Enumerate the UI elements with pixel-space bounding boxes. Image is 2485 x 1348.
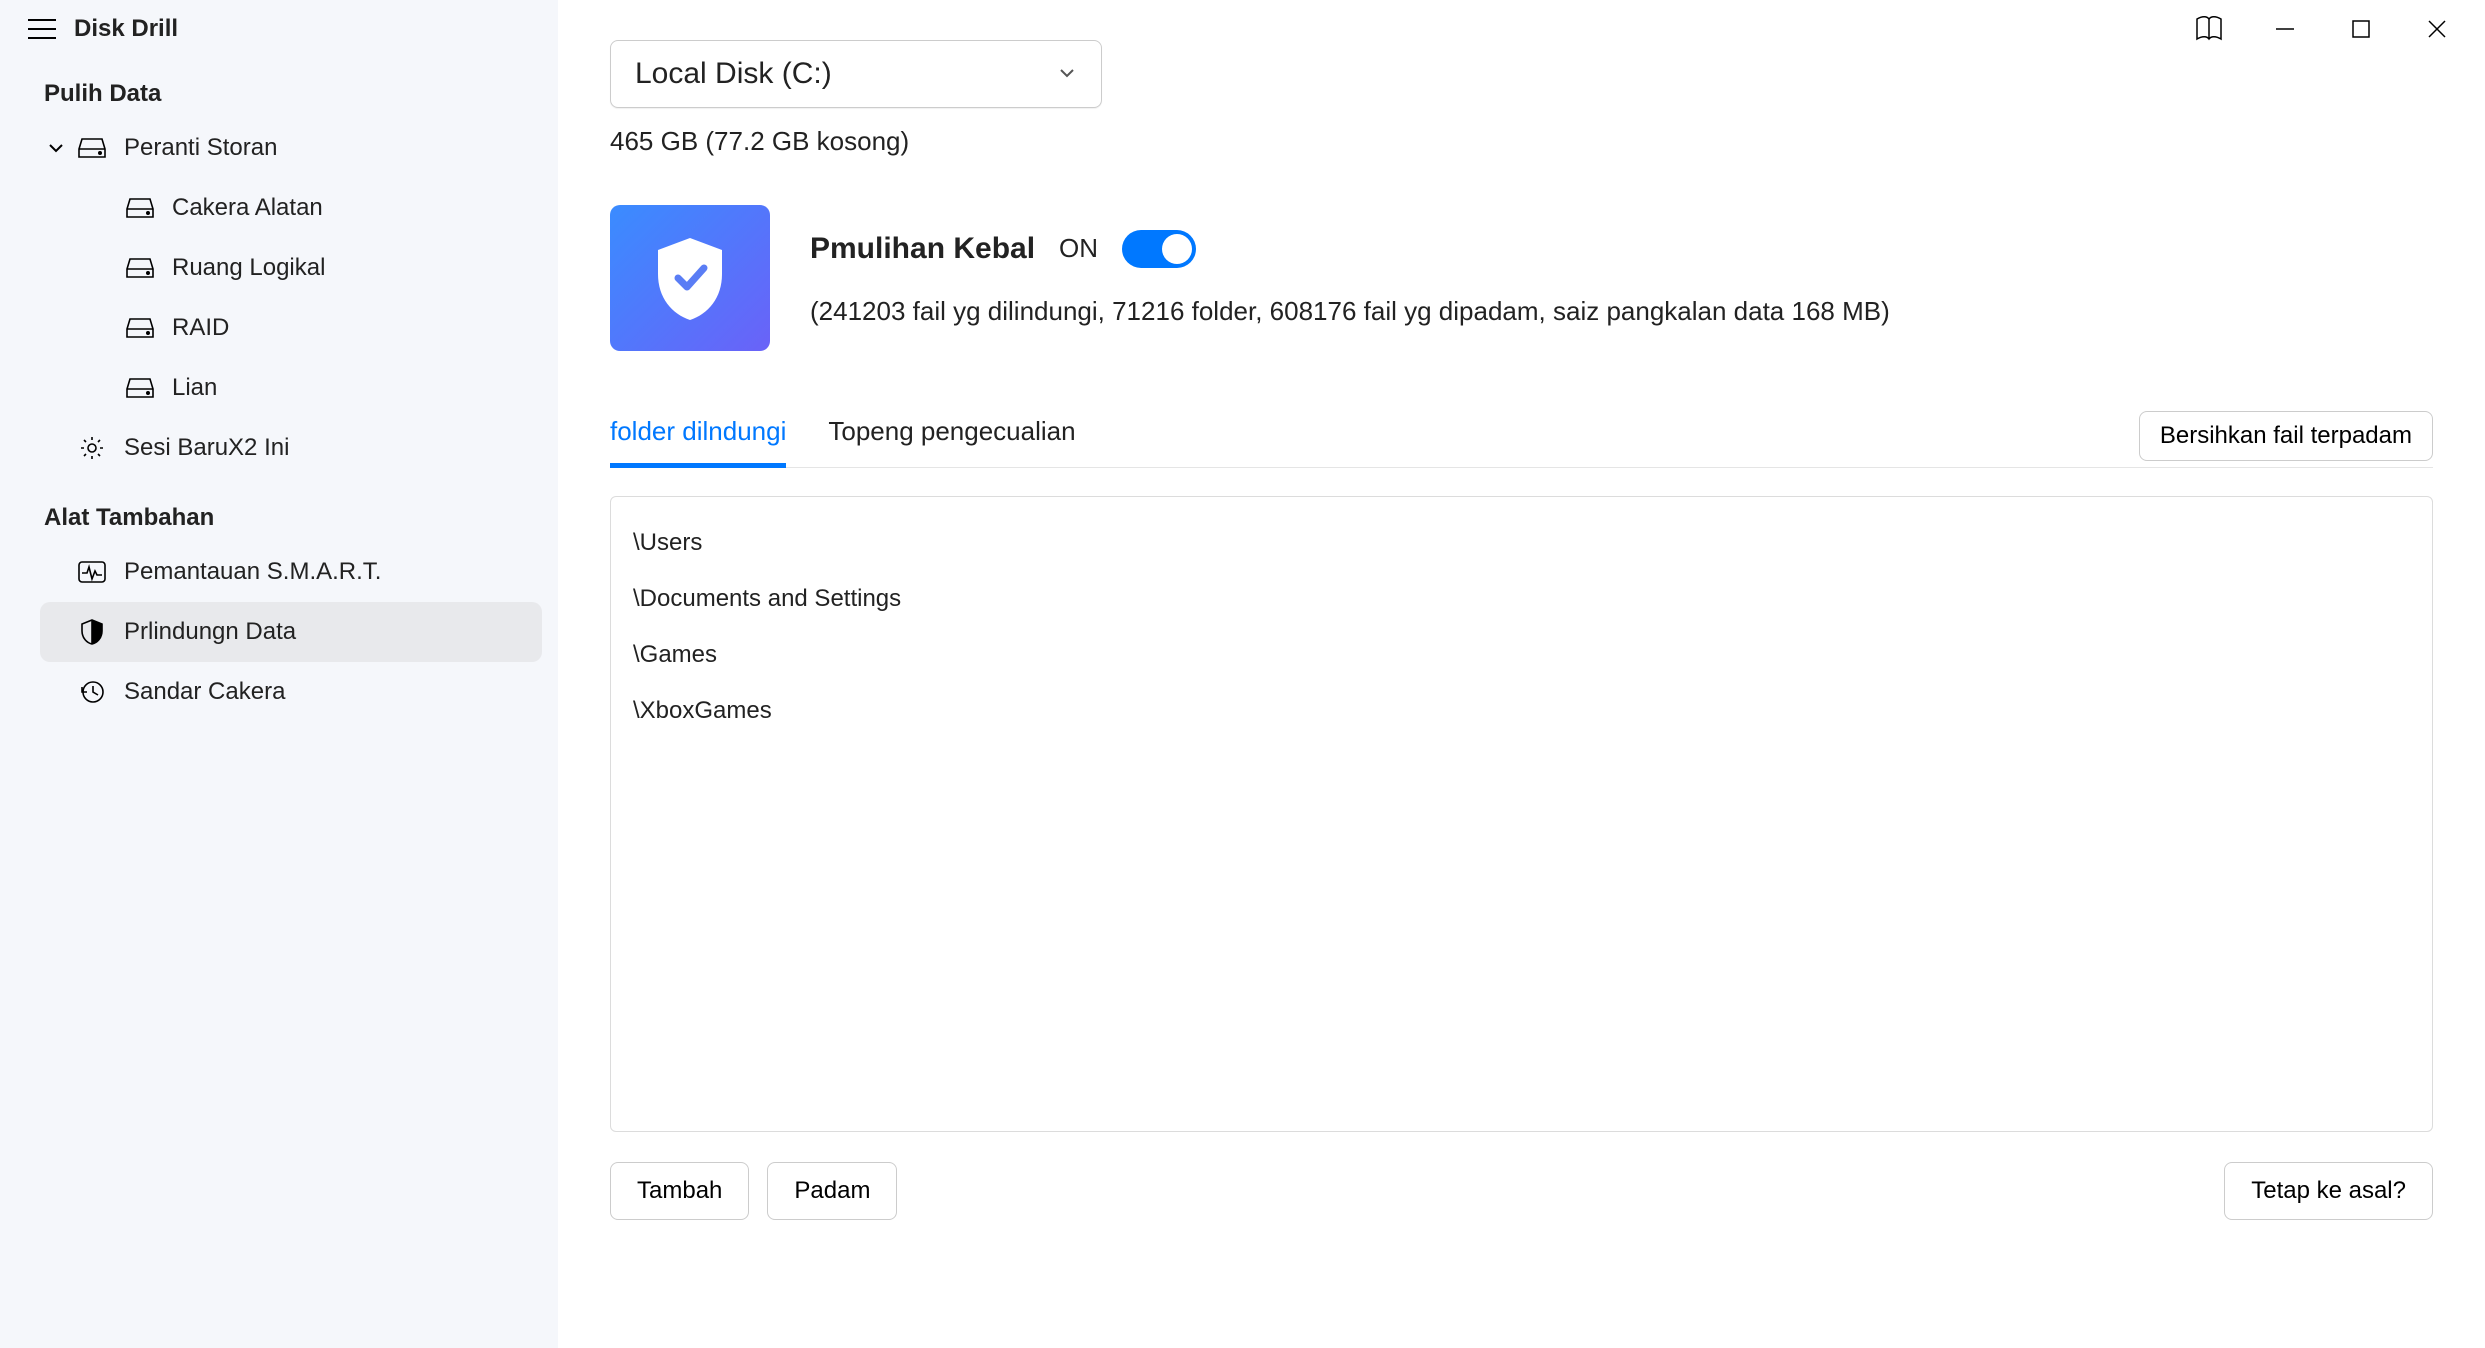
sidebar-item-label: Lian: [172, 374, 217, 402]
sidebar-item-label: Prlindungn Data: [124, 618, 296, 646]
disk-capacity: 465 GB (77.2 GB kosong): [610, 126, 2433, 157]
add-button[interactable]: Tambah: [610, 1162, 749, 1220]
chevron-down-icon: [40, 139, 72, 157]
minimize-button[interactable]: [2247, 5, 2323, 53]
titlebar-right: [2171, 5, 2475, 53]
delete-button[interactable]: Padam: [767, 1162, 897, 1220]
protection-row: Pmulihan Kebal ON (241203 fail yg dilind…: [610, 205, 2433, 351]
sidebar-item-label: Ruang Logikal: [172, 254, 325, 282]
sidebar-item-logical-volumes[interactable]: Ruang Logikal: [40, 238, 542, 298]
folder-item[interactable]: \Users: [619, 515, 2424, 571]
sidebar-item-recent-sessions[interactable]: Sesi BaruX2 Ini: [40, 418, 542, 478]
gear-icon: [72, 435, 112, 461]
sidebar-item-other[interactable]: Lian: [40, 358, 542, 418]
maximize-button[interactable]: [2323, 5, 2399, 53]
shield-tile: [610, 205, 770, 351]
sidebar-item-label: RAID: [172, 314, 229, 342]
sidebar-item-label: Sesi BaruX2 Ini: [124, 434, 289, 462]
sidebar: Pulih Data Peranti Storan Cakera Alatan …: [0, 0, 558, 1348]
disk-select-label: Local Disk (C:): [635, 57, 832, 91]
sidebar-item-label: Sandar Cakera: [124, 678, 285, 706]
main-content: Local Disk (C:) 465 GB (77.2 GB kosong) …: [558, 0, 2485, 1348]
footer-left: Tambah Padam: [610, 1162, 897, 1220]
folder-item[interactable]: \Games: [619, 627, 2424, 683]
folder-item[interactable]: \Documents and Settings: [619, 571, 2424, 627]
activity-icon: [72, 561, 112, 583]
reset-button[interactable]: Tetap ke asal?: [2224, 1162, 2433, 1220]
sidebar-item-data-protection[interactable]: Prlindungn Data: [40, 602, 542, 662]
sidebar-item-raid[interactable]: RAID: [40, 298, 542, 358]
sidebar-item-label: Cakera Alatan: [172, 194, 323, 222]
sidebar-item-disk-backup[interactable]: Sandar Cakera: [40, 662, 542, 722]
button-label: Padam: [794, 1177, 870, 1204]
drive-icon: [120, 377, 160, 399]
menu-button[interactable]: [18, 5, 66, 53]
drive-icon: [72, 137, 112, 159]
tabs: folder dilndungi Topeng pengecualian: [610, 415, 1076, 467]
chevron-down-icon: [1057, 57, 1077, 91]
protection-stats: (241203 fail yg dilindungi, 71216 folder…: [810, 296, 1890, 327]
book-icon: [2194, 14, 2224, 44]
sidebar-item-smart[interactable]: Pemantauan S.M.A.R.T.: [40, 542, 542, 602]
footer-row: Tambah Padam Tetap ke asal?: [610, 1162, 2433, 1220]
protection-title: Pmulihan Kebal: [810, 232, 1035, 266]
shield-icon: [72, 619, 112, 645]
titlebar-left: Disk Drill: [0, 5, 178, 53]
drive-icon: [120, 317, 160, 339]
close-button[interactable]: [2399, 5, 2475, 53]
button-label: Tetap ke asal?: [2251, 1177, 2406, 1204]
shield-check-icon: [652, 234, 728, 322]
app-title: Disk Drill: [74, 15, 178, 43]
app-body: Pulih Data Peranti Storan Cakera Alatan …: [0, 0, 2485, 1348]
tab-label: folder dilndungi: [610, 416, 786, 446]
protection-toggle[interactable]: [1122, 230, 1196, 268]
folder-item[interactable]: \XboxGames: [619, 683, 2424, 739]
titlebar: Disk Drill: [0, 0, 2485, 57]
sidebar-section-tools: Alat Tambahan: [44, 504, 542, 532]
tab-exclusion-masks[interactable]: Topeng pengecualian: [828, 416, 1075, 468]
protected-folders-panel: \Users \Documents and Settings \Games \X…: [610, 496, 2433, 1132]
protection-text: Pmulihan Kebal ON (241203 fail yg dilind…: [810, 230, 1890, 327]
clear-deleted-button[interactable]: Bersihkan fail terpadam: [2139, 411, 2433, 461]
protection-state: ON: [1059, 233, 1098, 264]
tab-protected-folders[interactable]: folder dilndungi: [610, 416, 786, 468]
sidebar-item-label: Pemantauan S.M.A.R.T.: [124, 558, 381, 586]
close-icon: [2425, 17, 2449, 41]
sidebar-item-label: Peranti Storan: [124, 134, 277, 162]
sidebar-item-storage-devices[interactable]: Peranti Storan: [40, 118, 542, 178]
tabs-row: folder dilndungi Topeng pengecualian Ber…: [610, 411, 2433, 468]
sidebar-section-recover: Pulih Data: [44, 80, 542, 108]
drive-icon: [120, 197, 160, 219]
button-label: Tambah: [637, 1177, 722, 1204]
sidebar-item-hardware-disks[interactable]: Cakera Alatan: [40, 178, 542, 238]
tab-label: Topeng pengecualian: [828, 416, 1075, 446]
history-icon: [72, 679, 112, 705]
help-button[interactable]: [2171, 5, 2247, 53]
protection-header: Pmulihan Kebal ON: [810, 230, 1890, 268]
drive-icon: [120, 257, 160, 279]
hamburger-icon: [28, 18, 56, 40]
minimize-icon: [2273, 17, 2297, 41]
button-label: Bersihkan fail terpadam: [2160, 422, 2412, 449]
maximize-icon: [2350, 18, 2372, 40]
